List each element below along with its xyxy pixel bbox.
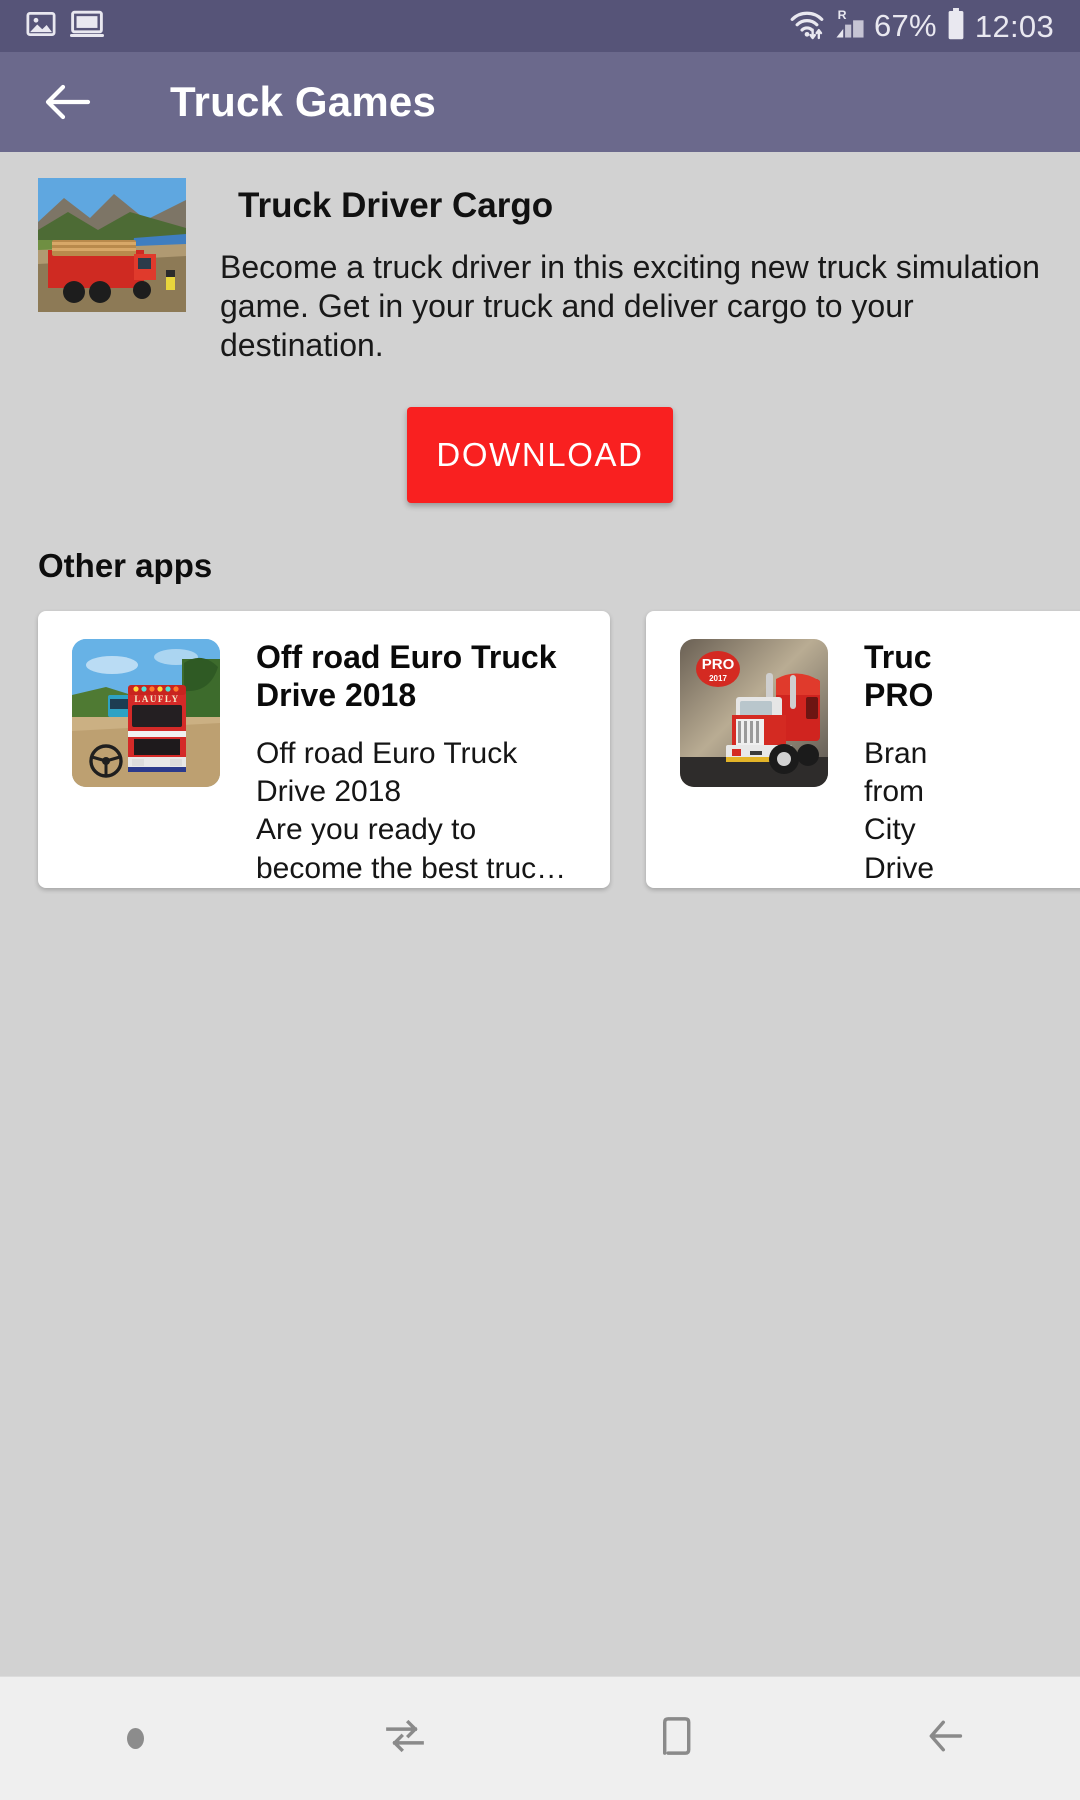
app-title: Off road Euro Truck Drive 2018 [256, 639, 557, 713]
status-bar-left-icons [26, 9, 104, 44]
truck-simulator-pro-icon: PRO 2017 [680, 639, 828, 788]
card-text: Truc PRO Bran from City Drive [864, 639, 934, 888]
download-button[interactable]: DOWNLOAD [407, 407, 673, 504]
home-icon [651, 1712, 699, 1765]
battery-icon [946, 7, 966, 45]
featured-app-body: Truck Driver Cargo Become a truck driver… [220, 186, 1080, 365]
signal-roaming-icon: R [835, 8, 865, 45]
svg-text:PRO: PRO [702, 656, 735, 673]
truck-driver-cargo-thumbnail [38, 178, 186, 312]
download-button-wrapper: DOWNLOAD [0, 407, 1080, 504]
other-apps-list: LAUFLY Off road Euro Truck Drive 2018 Of… [0, 611, 1080, 889]
page-title: Truck Games [170, 78, 437, 125]
battery-percent-label: 67% [873, 8, 937, 43]
dot-indicator-icon [126, 1728, 144, 1749]
list-item[interactable]: PRO 2017 Truc PRO Bran from City Drive [646, 611, 1080, 889]
content-area: Truck Driver Cargo Become a truck driver… [0, 152, 1080, 1676]
roaming-label: R [838, 8, 847, 22]
image-icon [26, 9, 56, 44]
status-bar-right-icons: R 67% 12:03 [788, 7, 1054, 45]
app-description: Off road Euro Truck Drive 2018 Are you r… [256, 736, 567, 885]
recents-icon [381, 1712, 429, 1765]
app-bar: Truck Games [0, 52, 1080, 152]
nav-recents[interactable] [270, 1677, 540, 1800]
screen-mirror-icon [70, 9, 104, 44]
other-apps-heading: Other apps [38, 547, 213, 585]
list-item[interactable]: LAUFLY Off road Euro Truck Drive 2018 Of… [38, 611, 610, 889]
featured-app-title: Truck Driver Cargo [238, 186, 554, 225]
clock-label: 12:03 [974, 8, 1054, 44]
app-title: Truc PRO [864, 639, 934, 713]
back-arrow-icon[interactable] [42, 76, 94, 128]
nav-back[interactable] [810, 1677, 1080, 1800]
system-navigation-bar [0, 1676, 1080, 1800]
nav-dot[interactable] [0, 1677, 270, 1800]
phone-screen: R 67% 12:03 Truck Games Truck Driver Car… [0, 0, 1080, 1800]
featured-app-description: Become a truck driver in this exciting n… [220, 249, 1040, 364]
svg-text:LAUFLY: LAUFLY [134, 694, 179, 704]
nav-home[interactable] [540, 1677, 810, 1800]
featured-app: Truck Driver Cargo Become a truck driver… [0, 152, 1080, 504]
status-bar: R 67% 12:03 [0, 0, 1080, 52]
off-road-euro-truck-icon: LAUFLY [72, 639, 220, 788]
back-icon [921, 1712, 969, 1765]
wifi-updown-icon [788, 8, 826, 45]
card-text: Off road Euro Truck Drive 2018 Off road … [256, 639, 566, 888]
app-description: Bran from City Drive [864, 736, 935, 885]
svg-text:2017: 2017 [709, 674, 727, 683]
